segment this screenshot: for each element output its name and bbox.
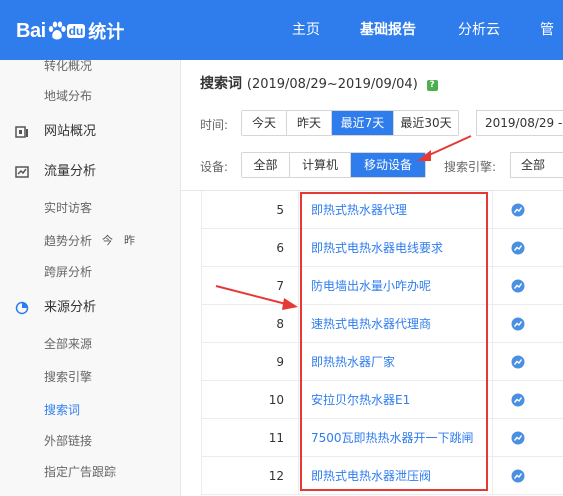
trend-cell — [493, 457, 563, 495]
trend-chart-icon[interactable] — [511, 469, 525, 483]
table-row: 10 安拉贝尔热水器E1 — [201, 381, 563, 419]
search-terms-table: 5 即热式热水器代理 6 即热式电热水器电线要求 7 防电墙出水量小咋办呢 8 … — [181, 190, 563, 496]
trend-chart-icon[interactable] — [511, 393, 525, 407]
keyword-link[interactable]: 即热式热水器代理 — [299, 191, 493, 229]
page-title: 搜索词 (2019/08/29~2019/09/04) ? — [200, 73, 438, 93]
sidebar-item-cross-screen[interactable]: 跨屏分析 — [0, 254, 180, 290]
sidebar-item-ad-tracking[interactable]: 指定广告跟踪 — [0, 454, 180, 490]
main-content: 搜索词 (2019/08/29~2019/09/04) ? 时间: 今天 昨天 … — [181, 60, 563, 496]
trend-cell — [493, 191, 563, 229]
trend-cell — [493, 305, 563, 343]
device-label: 设备: — [200, 160, 229, 174]
device-computer-button[interactable]: 计算机 — [290, 153, 351, 177]
trend-chart-icon[interactable] — [511, 279, 525, 293]
time-label: 时间: — [200, 118, 229, 132]
row-number: 7 — [201, 267, 299, 305]
sidebar-group-source-analysis[interactable]: 来源分析 — [0, 290, 180, 326]
device-mobile-button[interactable]: 移动设备 — [351, 153, 425, 177]
keyword-link[interactable]: 安拉贝尔热水器E1 — [299, 381, 493, 419]
sidebar-item-all-sources[interactable]: 全部来源 — [0, 326, 180, 362]
trend-cell — [493, 343, 563, 381]
row-number: 12 — [201, 457, 299, 495]
trend-chart-icon[interactable] — [511, 241, 525, 255]
time-filter-group: 今天 昨天 最近7天 最近30天 — [241, 110, 459, 136]
sidebar-group-traffic-analysis[interactable]: 流量分析 — [0, 154, 180, 190]
search-engine-label: 搜索引擎: — [444, 160, 497, 174]
row-number: 6 — [201, 229, 299, 267]
sidebar-group-label: 来源分析 — [44, 300, 97, 315]
logo-suffix-text: 统计 — [88, 22, 125, 43]
row-number: 11 — [201, 419, 299, 457]
sidebar-group-website-overview[interactable]: 网站概况 — [0, 114, 180, 150]
time-yesterday-button[interactable]: 昨天 — [287, 111, 332, 135]
time-last7-button[interactable]: 最近7天 — [332, 111, 394, 135]
date-range-text: (2019/08/29~2019/09/04) — [246, 77, 418, 92]
table-row: 6 即热式电热水器电线要求 — [201, 229, 563, 267]
trend-chart-icon[interactable] — [511, 317, 525, 331]
table-row: 7 防电墙出水量小咋办呢 — [201, 267, 563, 305]
paw-icon — [48, 21, 66, 40]
trend-cell — [493, 419, 563, 457]
row-number: 9 — [201, 343, 299, 381]
table-row: 8 速热式电热水器代理商 — [201, 305, 563, 343]
trend-cell — [493, 381, 563, 419]
time-last30-button[interactable]: 最近30天 — [394, 111, 458, 135]
nav-management[interactable]: 管理 — [540, 0, 563, 98]
page-title-text: 搜索词 — [200, 76, 242, 92]
keyword-link[interactable]: 7500瓦即热热水器开一下跳闸 — [299, 419, 493, 457]
logo-bai-text: Bai — [16, 19, 46, 42]
nav-home[interactable]: 主页 — [292, 0, 320, 60]
keyword-link[interactable]: 防电墙出水量小咋办呢 — [299, 267, 493, 305]
sidebar-group-label: 流量分析 — [44, 164, 97, 179]
time-today-button[interactable]: 今天 — [242, 111, 287, 135]
baidu-tongji-logo[interactable]: Bai du 统计 — [16, 14, 124, 48]
nav-analysis-cloud[interactable]: 分析云 — [458, 0, 500, 60]
row-number: 5 — [201, 191, 299, 229]
date-range-picker[interactable]: 2019/08/29 - 2 — [476, 110, 563, 136]
table-row: 5 即热式热水器代理 — [201, 191, 563, 229]
keyword-link[interactable]: 即热式电热水器电线要求 — [299, 229, 493, 267]
sidebar-item-region-distribution[interactable]: 地域分布 — [0, 78, 180, 114]
device-all-button[interactable]: 全部 — [242, 153, 290, 177]
sidebar-item-label: 趋势分析 — [44, 234, 93, 248]
nav-basic-report[interactable]: 基础报告 — [360, 0, 416, 60]
table-row: 12 即热式电热水器泄压阀 — [201, 457, 563, 495]
keyword-link[interactable]: 即热热水器厂家 — [299, 343, 493, 381]
traffic-analysis-icon — [15, 166, 29, 178]
sidebar: 转化概况 地域分布 网站概况 流量分析 实时访客 趋势分析 今 昨 跨屏分析 来… — [0, 59, 181, 496]
row-number: 10 — [201, 381, 299, 419]
row-number: 8 — [201, 305, 299, 343]
trend-chart-icon[interactable] — [511, 203, 525, 217]
website-overview-icon — [15, 126, 28, 138]
keyword-link[interactable]: 速热式电热水器代理商 — [299, 305, 493, 343]
trend-chart-icon[interactable] — [511, 355, 525, 369]
trend-cell — [493, 267, 563, 305]
logo-du-text: du — [66, 24, 86, 38]
sidebar-item-realtime-visitors[interactable]: 实时访客 — [0, 190, 180, 226]
help-icon[interactable]: ? — [426, 80, 438, 91]
search-engine-select[interactable]: 全部 — [510, 152, 563, 178]
table-row: 11 7500瓦即热热水器开一下跳闸 — [201, 419, 563, 457]
trend-cell — [493, 229, 563, 267]
source-analysis-icon — [15, 301, 29, 315]
device-filter-group: 全部 计算机 移动设备 — [241, 152, 426, 178]
sidebar-item-search-engine[interactable]: 搜索引擎 — [0, 359, 180, 395]
sidebar-group-label: 网站概况 — [44, 124, 97, 139]
table-row: 9 即热热水器厂家 — [201, 343, 563, 381]
trend-chart-icon[interactable] — [511, 431, 525, 445]
keyword-link[interactable]: 即热式电热水器泄压阀 — [299, 457, 493, 495]
